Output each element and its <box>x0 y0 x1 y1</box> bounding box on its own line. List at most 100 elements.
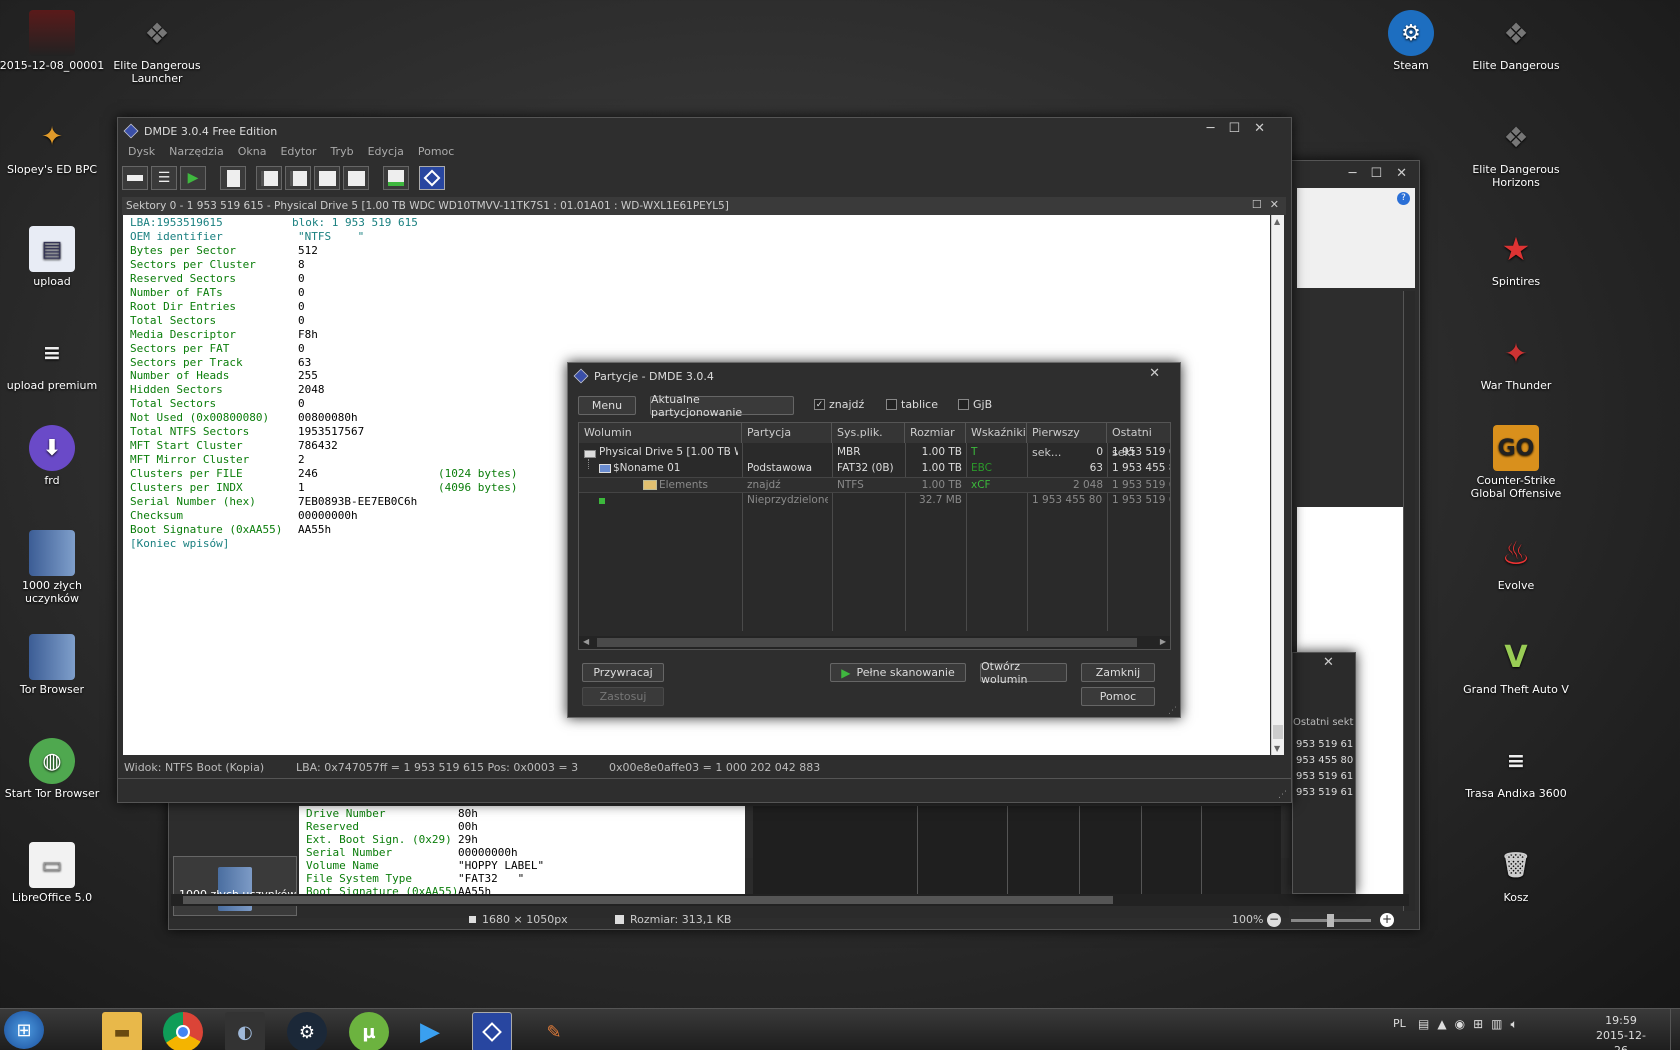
menu-item[interactable]: Dysk <box>128 145 155 158</box>
menu-item[interactable]: Edytor <box>280 145 316 158</box>
network-icon[interactable]: ▥ <box>1491 1017 1502 1032</box>
maximize-icon[interactable]: ☐ <box>1228 121 1240 136</box>
utorrent-icon[interactable]: µ <box>349 1012 389 1050</box>
menu-item[interactable]: Edycja <box>368 145 404 158</box>
table-view-icon[interactable] <box>314 166 340 190</box>
menu-item[interactable]: Tryb <box>330 145 353 158</box>
title-bar[interactable]: DMDE 3.0.4 Free Edition <box>118 118 1291 144</box>
desktop-icon[interactable]: ✦ War Thunder <box>1461 330 1571 393</box>
vertical-scrollbar[interactable]: ▲ ▼ <box>1271 215 1284 755</box>
desktop-icon[interactable]: ❖ Elite Dangerous Horizons <box>1461 114 1571 190</box>
close-icon[interactable]: ✕ <box>1323 655 1334 670</box>
table-row[interactable]: Nieprzydzielone 32.7 MB 1 953 455 805 1 953… <box>579 493 1170 509</box>
minimize-icon[interactable]: ─ <box>1349 166 1357 181</box>
menu-button[interactable]: Menu <box>578 396 636 415</box>
table-row[interactable]: Physical Drive 5 [1.00 TB W... MBR 1.00 TB… <box>579 445 1170 461</box>
desktop-icon[interactable]: 2015-12-08_00001 <box>0 10 107 72</box>
column-header[interactable]: Partycja <box>742 423 832 443</box>
file-explorer-icon[interactable]: ▬ <box>102 1012 142 1050</box>
show-desktop-button[interactable] <box>1670 1009 1680 1050</box>
desktop-icon[interactable]: ★ Spintires <box>1461 226 1571 288</box>
steam-taskbar-icon[interactable]: ⚙ <box>287 1012 327 1050</box>
dialog-title-bar[interactable]: Partycje - DMDE 3.0.4 <box>568 363 1180 389</box>
export-icon[interactable] <box>383 166 409 190</box>
close-icon[interactable]: ✕ <box>1149 366 1160 381</box>
column-header[interactable]: Wolumin <box>579 423 742 443</box>
find-checkbox[interactable]: ✓ znajdź <box>814 398 864 411</box>
horizontal-scrollbar[interactable] <box>171 894 1409 906</box>
column-header[interactable]: Rozmiar <box>905 423 966 443</box>
minimize-icon[interactable]: ─ <box>1207 121 1215 136</box>
column-header[interactable]: Sys.plik. <box>832 423 905 443</box>
desktop-icon[interactable]: Tor Browser <box>0 634 107 696</box>
zoom-in-button[interactable]: + <box>1380 913 1394 927</box>
elite-dangerous-taskbar-icon[interactable]: ◐ <box>225 1012 265 1050</box>
column-header[interactable]: Wskaźniki <box>966 423 1027 443</box>
column-header[interactable]: Ostatni sekt <box>1107 423 1170 459</box>
dmde-taskbar-icon[interactable] <box>472 1012 512 1050</box>
table-row[interactable]: Elements znajdź NTFS 1.00 TB xCF 2 048 1 953 5… <box>579 477 1170 493</box>
apply-button[interactable]: Zastosuj <box>582 687 664 706</box>
open-volume-button[interactable]: Otwórz wolumin <box>980 660 1067 686</box>
media-player-icon[interactable]: ▶ <box>410 1012 450 1050</box>
new-file-icon[interactable] <box>220 166 246 190</box>
zoom-slider[interactable] <box>1291 914 1371 927</box>
disk-icon[interactable] <box>122 166 148 190</box>
gjb-checkbox[interactable]: GjB <box>958 398 992 411</box>
scrollbar[interactable] <box>1403 291 1415 911</box>
desktop-icon[interactable]: ❖ Elite Dangerous Launcher <box>102 10 212 86</box>
desktop-icon[interactable]: ⬇ frd <box>0 425 107 487</box>
paint-icon[interactable]: ✎ <box>534 1012 574 1050</box>
desktop-icon[interactable]: V Grand Theft Auto V <box>1461 634 1571 697</box>
zoom-out-button[interactable]: − <box>1267 913 1281 927</box>
dmde-about-icon[interactable] <box>419 166 445 190</box>
maximize-icon[interactable]: ☐ <box>1370 166 1382 181</box>
full-scan-button[interactable]: ▶ Pełne skanowanie <box>830 663 966 682</box>
table-row[interactable]: $Noname 01 Podstawowa FAT32 (0B) 1.00 TB EBC… <box>579 461 1170 477</box>
current-partitioning-button[interactable]: Aktualne partycjonowanie <box>650 393 794 419</box>
desktop-icon[interactable]: ▭ LibreOffice 5.0 <box>0 842 107 904</box>
close-icon[interactable]: ✕ <box>1396 166 1407 181</box>
desktop-icon[interactable]: ♨ Evolve <box>1461 530 1571 592</box>
steam-tray-icon[interactable]: ◉ <box>1455 1017 1465 1032</box>
show-hidden-icons-icon[interactable]: ▲ <box>1437 1017 1446 1032</box>
desktop-icon[interactable]: ≡ Trasa Andixa 3600 <box>1461 738 1571 801</box>
desktop-icon[interactable]: ◍ Start Tor Browser <box>0 738 107 800</box>
desktop-icon[interactable]: GO Counter-Strike Global Offensive <box>1461 425 1571 500</box>
desktop-icon[interactable]: 🗑︎ Kosz <box>1461 842 1571 904</box>
list-view-icon[interactable] <box>285 166 311 190</box>
tables-checkbox[interactable]: tablice <box>886 398 938 411</box>
maximize-panel-icon[interactable]: ☐ <box>1252 198 1262 211</box>
keyboard-icon[interactable]: ▤ <box>1418 1017 1429 1032</box>
volume-icon[interactable]: 🔈︎ <box>1510 1017 1517 1032</box>
help-button[interactable]: Pomoc <box>1081 687 1155 706</box>
restore-button[interactable]: Przywracaj <box>582 663 664 682</box>
clock-time[interactable]: 19:59 <box>1590 1013 1652 1028</box>
directory-view-icon[interactable] <box>256 166 282 190</box>
column-header[interactable]: Pierwszy sek... <box>1027 423 1107 459</box>
start-button[interactable]: ⊞ <box>4 1011 44 1049</box>
horizontal-scrollbar[interactable]: ◀ ▶ <box>579 636 1170 649</box>
close-button[interactable]: Zamknij <box>1081 663 1155 682</box>
close-panel-icon[interactable]: ✕ <box>1270 198 1279 211</box>
menu-item[interactable]: Narzędzia <box>169 145 224 158</box>
play-icon[interactable]: ▶ <box>180 166 206 190</box>
search-view-icon[interactable] <box>343 166 369 190</box>
partitions-icon[interactable]: ☰ <box>151 166 177 190</box>
resize-grip-icon[interactable]: ⋰ <box>1168 706 1177 716</box>
desktop-icon[interactable]: ❖ Elite Dangerous <box>1461 10 1571 73</box>
menu-item[interactable]: Pomoc <box>418 145 454 158</box>
desktop-icon[interactable]: ▤ upload <box>0 226 107 288</box>
language-indicator[interactable]: PL <box>1393 1017 1406 1030</box>
desktop-icon[interactable]: 1000 złych uczynków <box>0 530 107 605</box>
help-icon[interactable]: ? <box>1397 192 1410 205</box>
chrome-icon[interactable] <box>163 1012 203 1050</box>
clock-date[interactable]: 2015-12-26 <box>1590 1028 1652 1050</box>
windows-tray-icon[interactable]: ⊞ <box>1473 1017 1483 1032</box>
resize-grip-icon[interactable]: ⋰ <box>1278 790 1287 800</box>
menu-item[interactable]: Okna <box>238 145 267 158</box>
desktop-icon[interactable]: ⚙ Steam <box>1356 10 1466 72</box>
desktop-icon[interactable]: ✦ Slopey's ED BPC <box>0 114 107 176</box>
close-icon[interactable]: ✕ <box>1254 121 1265 136</box>
desktop-icon[interactable]: ≡ upload premium <box>0 330 107 393</box>
